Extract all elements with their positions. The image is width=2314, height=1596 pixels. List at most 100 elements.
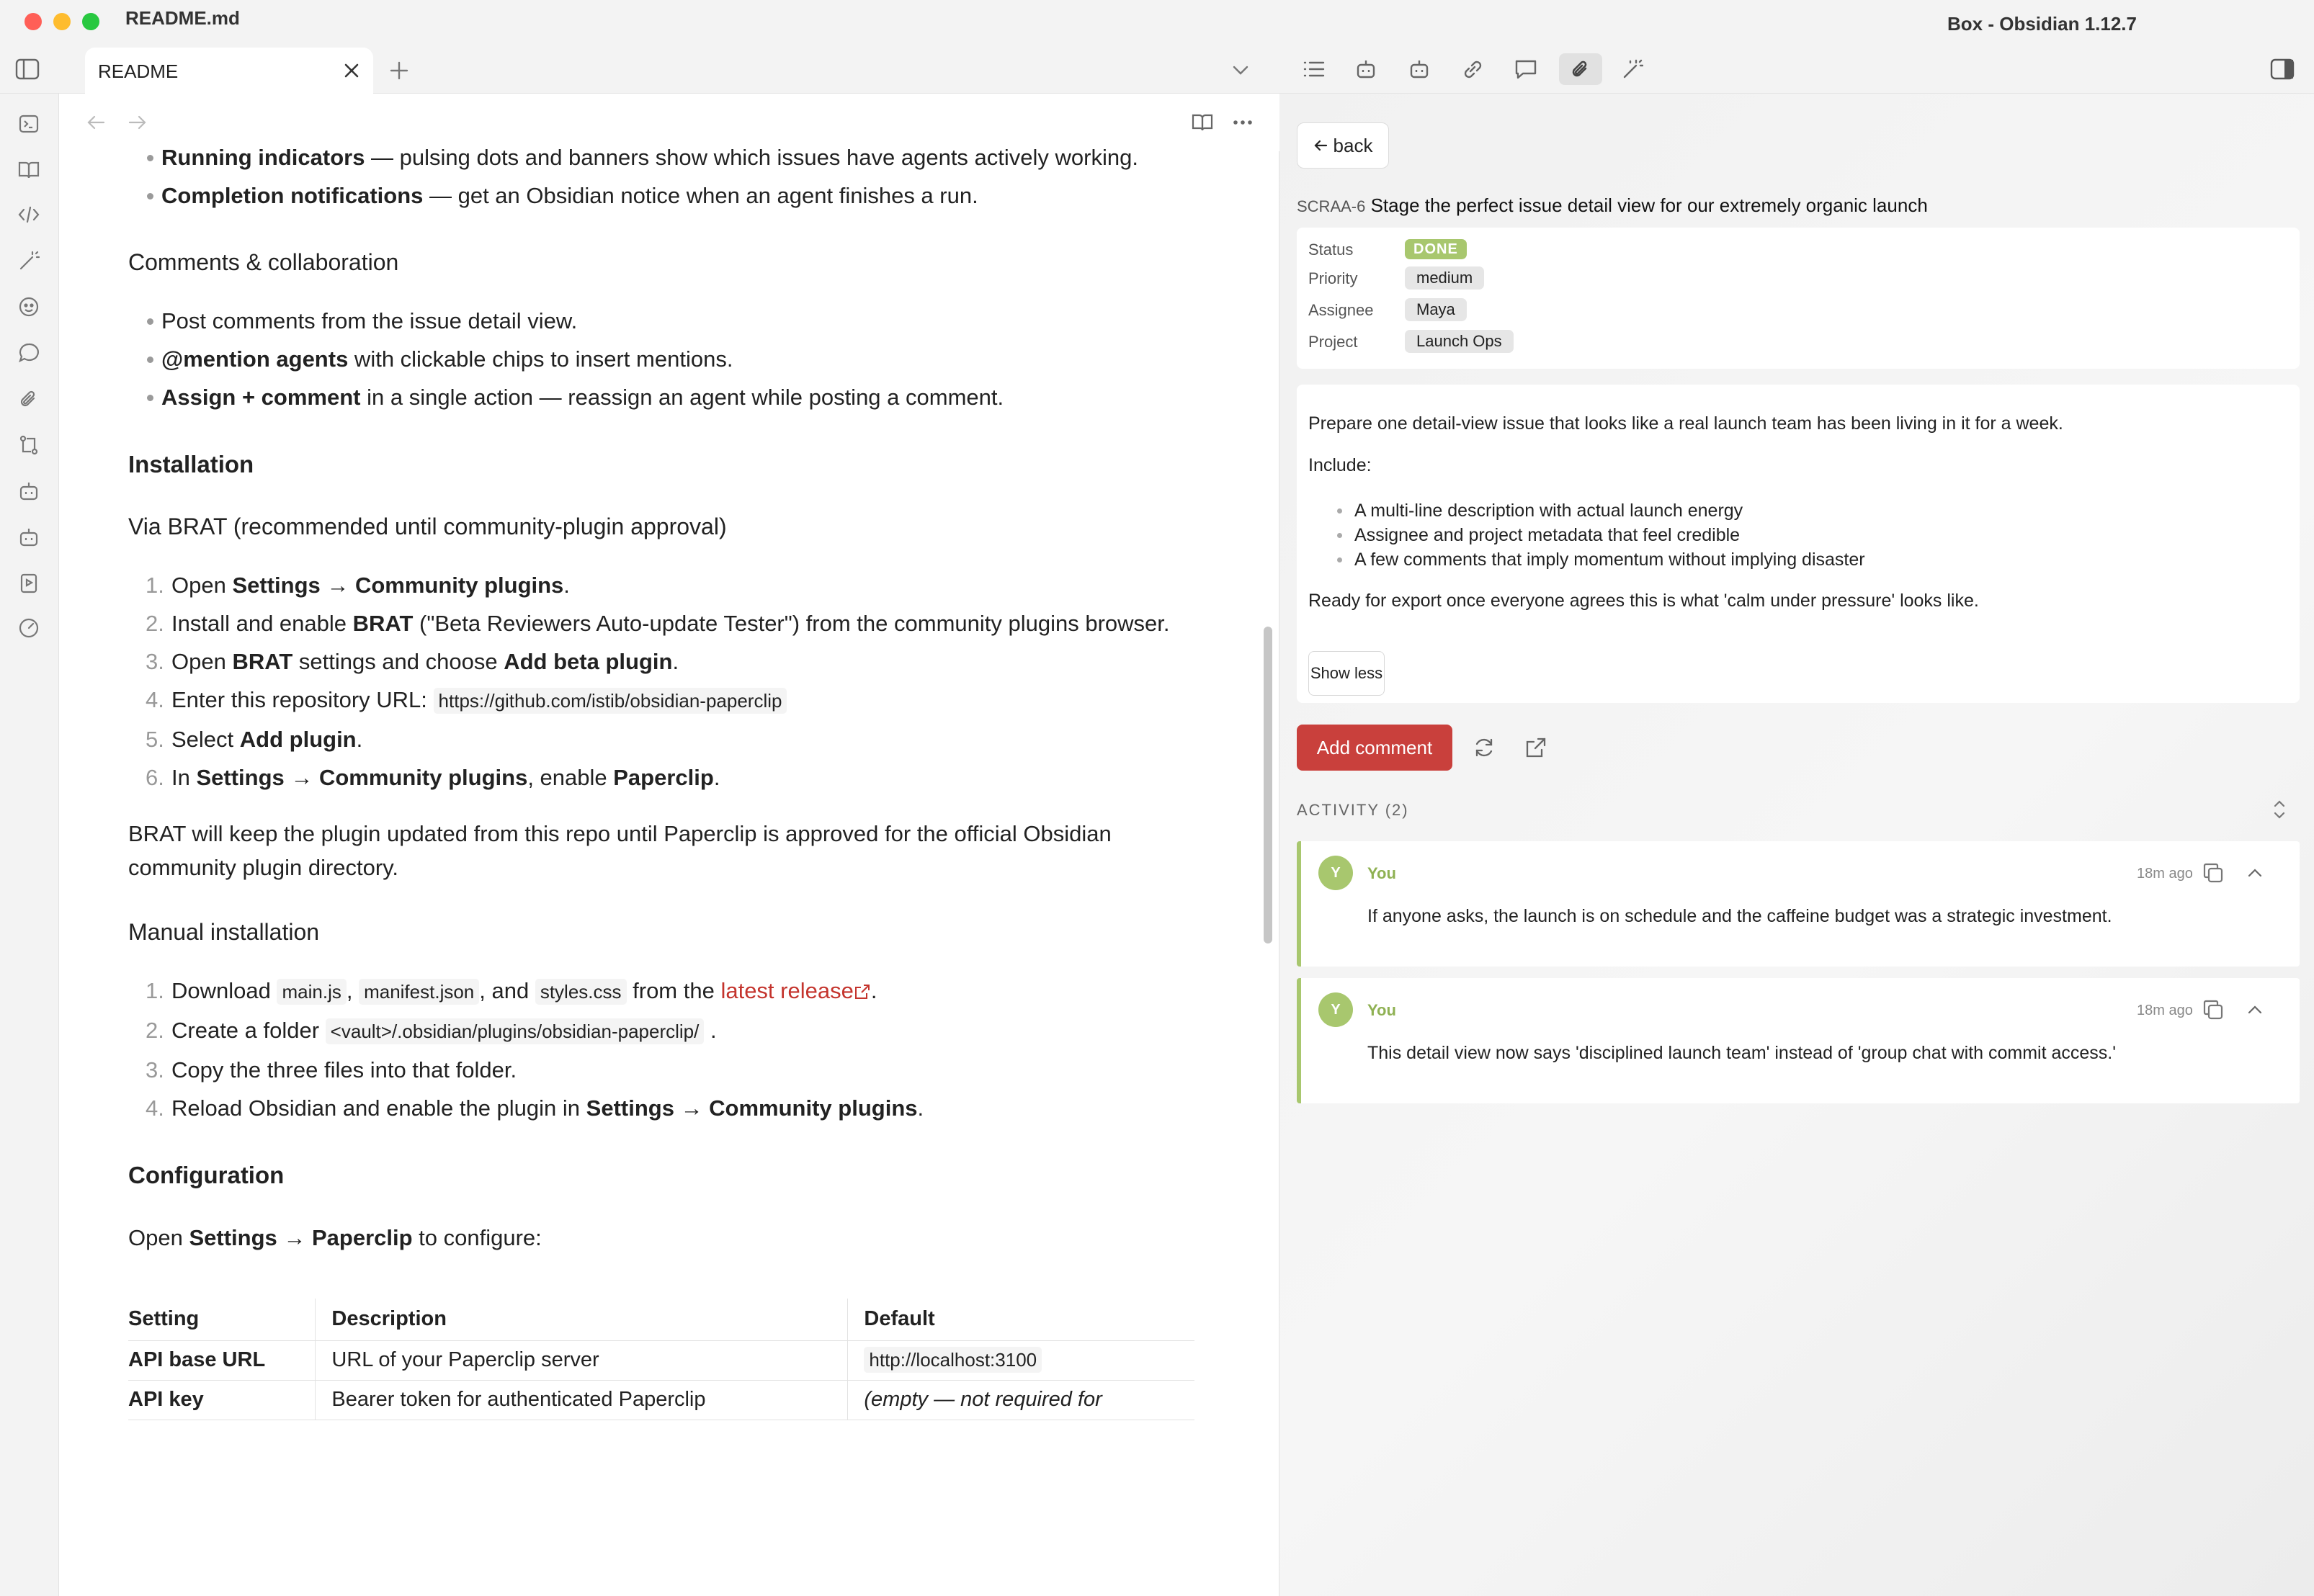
terminal-icon[interactable] xyxy=(12,107,46,141)
title-bar: README.md Box - Obsidian 1.12.7 xyxy=(0,0,2314,46)
close-window-button[interactable] xyxy=(24,13,42,30)
list-item: Reload Obsidian and enable the plugin in… xyxy=(146,1089,924,1127)
status-badge[interactable]: DONE xyxy=(1405,239,1467,259)
code-icon[interactable] xyxy=(12,197,46,232)
list-icon[interactable] xyxy=(1297,53,1331,85)
list-item: Assignee and project metadata that feel … xyxy=(1337,523,1865,547)
arrow-left-icon xyxy=(1313,135,1328,157)
window-app-title: Box - Obsidian 1.12.7 xyxy=(1947,13,2137,35)
chevron-down-icon[interactable] xyxy=(1226,56,1255,85)
left-sidebar-toggle-icon[interactable] xyxy=(13,55,42,84)
issue-title: Stage the perfect issue detail view for … xyxy=(1370,194,1928,216)
link-icon[interactable] xyxy=(1455,53,1490,85)
markdown-document: Running indicators — pulsing dots and ba… xyxy=(128,138,1194,1420)
left-ribbon xyxy=(0,94,59,1596)
list-item: Assign + comment in a single action — re… xyxy=(128,378,1194,416)
expand-collapse-icon[interactable] xyxy=(2265,795,2294,824)
config-intro-paragraph: Open Settings → Paperclip to configure: xyxy=(128,1225,542,1250)
chevron-up-icon[interactable] xyxy=(2239,994,2271,1026)
heading-installation: Installation xyxy=(128,451,254,478)
minimize-window-button[interactable] xyxy=(53,13,71,30)
list-item-text: in a single action — reassign an agent w… xyxy=(360,385,1004,410)
priority-chip[interactable]: medium xyxy=(1405,266,1485,290)
right-sidebar-toggle-icon[interactable] xyxy=(2265,53,2300,85)
paperclip-icon[interactable] xyxy=(1559,53,1602,85)
list-item: Open Settings → Community plugins. xyxy=(146,566,570,604)
more-options-icon[interactable] xyxy=(1227,107,1259,138)
list-item-text: — get an Obsidian notice when an agent f… xyxy=(423,183,978,208)
comment-card: Y You 18m ago This detail view now says … xyxy=(1297,978,2300,1103)
issue-description-card: Prepare one detail-view issue that looks… xyxy=(1297,385,2300,703)
comment-icon[interactable] xyxy=(12,336,46,370)
magic-wand-icon[interactable] xyxy=(12,243,46,278)
editor-scrollbar[interactable] xyxy=(1264,627,1272,943)
table-header: Setting xyxy=(128,1299,316,1341)
issue-detail-panel: back SCRAA-6 Stage the perfect issue det… xyxy=(1279,94,2314,1596)
navigate-back-arrow-icon[interactable] xyxy=(80,107,112,138)
latest-release-link[interactable]: latest release xyxy=(720,978,853,1003)
list-item: Open BRAT settings and choose Add beta p… xyxy=(146,642,679,681)
list-item: Post comments from the issue detail view… xyxy=(128,302,1194,340)
zoom-window-button[interactable] xyxy=(82,13,99,30)
avatar: Y xyxy=(1318,992,1353,1027)
git-compare-icon[interactable] xyxy=(12,428,46,462)
back-button[interactable]: back xyxy=(1297,122,1389,169)
description-paragraph: Ready for export once everyone agrees th… xyxy=(1308,591,1979,611)
refresh-icon[interactable] xyxy=(1468,732,1500,763)
magic-wand-icon[interactable] xyxy=(1615,53,1650,85)
robot-icon[interactable] xyxy=(1402,53,1437,85)
add-comment-button[interactable]: Add comment xyxy=(1297,725,1452,771)
table-cell: API key xyxy=(128,1380,316,1420)
external-link-icon xyxy=(854,978,871,1003)
issue-heading: SCRAA-6 Stage the perfect issue detail v… xyxy=(1297,194,1928,217)
list-item: In Settings → Community plugins, enable … xyxy=(146,758,720,797)
back-label: back xyxy=(1333,134,1373,156)
bold-text: Running indicators xyxy=(161,145,365,170)
status-label: Status xyxy=(1308,241,1354,259)
comment-author: You xyxy=(1367,864,1396,882)
issue-id: SCRAA-6 xyxy=(1297,197,1366,215)
table-header: Description xyxy=(315,1299,848,1341)
comment-timestamp: 18m ago xyxy=(2137,1003,2193,1018)
comment-body: If anyone asks, the launch is on schedul… xyxy=(1367,906,2112,926)
tab-readme[interactable]: README xyxy=(85,48,373,94)
right-panel-header xyxy=(1279,46,2314,94)
bot-face-icon[interactable] xyxy=(12,290,46,324)
robot-icon[interactable] xyxy=(12,520,46,555)
copy-icon[interactable] xyxy=(2197,994,2229,1026)
avatar: Y xyxy=(1318,856,1353,890)
repo-url-code: https://github.com/istib/obsidian-paperc… xyxy=(433,688,787,714)
tab-strip: README xyxy=(0,46,1279,94)
brat-note-paragraph: BRAT will keep the plugin updated from t… xyxy=(128,821,1112,880)
book-icon[interactable] xyxy=(12,153,46,187)
chevron-up-icon[interactable] xyxy=(2239,857,2271,889)
gauge-icon[interactable] xyxy=(12,611,46,645)
table-header-row: Setting Description Default xyxy=(128,1299,1194,1341)
comment-body: This detail view now says 'disciplined l… xyxy=(1367,1043,2117,1063)
project-chip[interactable]: Launch Ops xyxy=(1405,330,1514,353)
robot-icon[interactable] xyxy=(12,474,46,508)
table-cell: API base URL xyxy=(128,1340,316,1381)
copy-icon[interactable] xyxy=(2197,857,2229,889)
activity-section-label: ACTIVITY (2) xyxy=(1297,801,1409,819)
comment-icon[interactable] xyxy=(1509,53,1543,85)
new-tab-plus-icon[interactable] xyxy=(383,55,415,86)
slides-icon[interactable] xyxy=(12,566,46,601)
assignee-chip[interactable]: Maya xyxy=(1405,298,1467,321)
close-icon[interactable] xyxy=(337,56,366,85)
show-less-button[interactable]: Show less xyxy=(1308,651,1385,696)
project-label: Project xyxy=(1308,333,1358,351)
list-item: Select Add plugin. xyxy=(146,720,363,758)
reading-view-book-icon[interactable] xyxy=(1187,107,1218,138)
feature-list: Running indicators — pulsing dots and ba… xyxy=(128,138,1194,215)
priority-label: Priority xyxy=(1308,269,1358,287)
heading-manual-installation: Manual installation xyxy=(128,919,320,945)
tab-label: README xyxy=(98,60,179,82)
description-paragraph: Prepare one detail-view issue that looks… xyxy=(1308,413,2063,434)
list-item: Download main.js, manifest.json, and sty… xyxy=(146,972,877,1010)
robot-icon[interactable] xyxy=(1349,53,1383,85)
editor-pane: Running indicators — pulsing dots and ba… xyxy=(60,94,1279,1596)
open-external-icon[interactable] xyxy=(1520,732,1552,763)
navigate-forward-arrow-icon[interactable] xyxy=(122,107,153,138)
paperclip-icon[interactable] xyxy=(12,382,46,416)
